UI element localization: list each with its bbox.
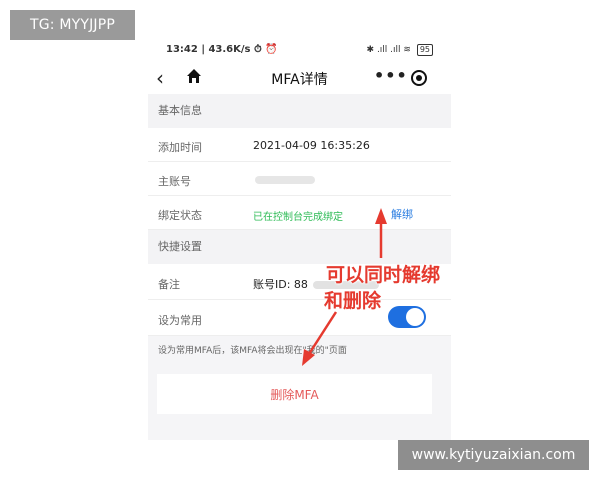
signal-icons: ✱ .ıll .ıll ≋	[366, 45, 411, 55]
section-header-quick: 快捷设置	[148, 230, 451, 264]
remark-text: 账号ID: 88	[253, 278, 308, 291]
set-common-toggle[interactable]	[388, 306, 426, 328]
status-bar: 13:42 | 43.6K/s ⏱ ⏰ ✱ .ıll .ıll ≋ 95	[148, 40, 451, 62]
more-icon[interactable]: •••	[374, 66, 408, 85]
home-icon[interactable]	[186, 68, 202, 88]
annotation-line-1: 可以同时解绑	[326, 264, 441, 286]
tg-watermark: TG: MYYJJPP	[10, 10, 135, 40]
row-label: 备注	[158, 278, 180, 291]
phone-screen: 13:42 | 43.6K/s ⏱ ⏰ ✱ .ıll .ıll ≋ 95 ‹ M…	[148, 40, 451, 440]
site-watermark: www.kytiyuzaixian.com	[398, 440, 589, 470]
delete-mfa-button[interactable]: 删除MFA	[157, 374, 432, 414]
row-value: 2021-04-09 16:35:26	[253, 139, 370, 152]
nav-bar: ‹ MFA详情 •••	[148, 62, 451, 94]
row-label: 添加时间	[158, 141, 202, 154]
row-added-time: 添加时间 2021-04-09 16:35:26	[148, 128, 451, 162]
binding-status-value: 已在控制台完成绑定	[253, 212, 343, 223]
chevron-left-icon[interactable]: ‹	[156, 66, 164, 90]
row-set-common: 设为常用	[148, 300, 451, 336]
status-time: 13:42 | 43.6K/s ⏱ ⏰	[166, 44, 278, 55]
target-circle-icon[interactable]	[411, 70, 427, 86]
redacted-blur	[255, 176, 315, 184]
status-icons: ✱ .ıll .ıll ≋ 95	[367, 44, 433, 56]
row-label: 设为常用	[158, 314, 202, 327]
annotation-line-2: 和删除	[324, 290, 382, 312]
row-binding-status: 绑定状态 已在控制台完成绑定 解绑	[148, 196, 451, 230]
hint-text: 设为常用MFA后，该MFA将会出现在"我的"页面	[158, 346, 347, 356]
row-label: 主账号	[158, 175, 191, 188]
battery-icon: 95	[416, 44, 433, 56]
row-value	[253, 173, 315, 186]
row-label: 绑定状态	[158, 209, 202, 222]
section-header-basic: 基本信息	[148, 94, 451, 128]
unbind-link[interactable]: 解绑	[391, 206, 413, 222]
row-main-account: 主账号	[148, 162, 451, 196]
toggle-knob	[406, 308, 424, 326]
